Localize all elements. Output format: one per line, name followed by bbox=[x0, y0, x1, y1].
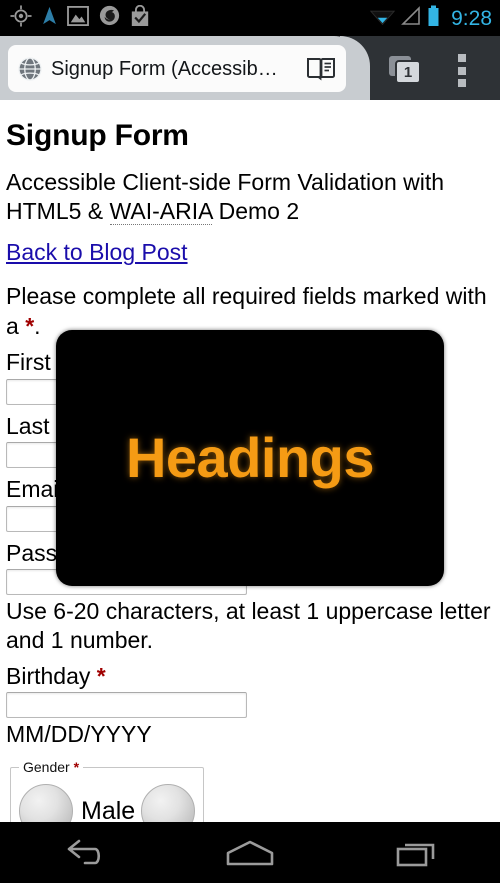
gender-legend: Gender * bbox=[19, 759, 83, 776]
overflow-menu-icon[interactable] bbox=[458, 54, 466, 87]
firefox-icon bbox=[99, 5, 120, 31]
password-helper-text: Use 6-20 characters, at least 1 uppercas… bbox=[6, 598, 491, 654]
android-navigation-bar bbox=[0, 822, 500, 883]
android-device-screen: 9:28 Signup Form (Accessib… 1 Signup For… bbox=[0, 0, 500, 883]
tab-counter-button[interactable]: 1 bbox=[387, 54, 425, 86]
wai-aria-abbr: WAI-ARIA bbox=[109, 197, 213, 225]
gender-legend-text: Gender bbox=[23, 759, 74, 776]
gender-required-asterisk: * bbox=[73, 759, 80, 776]
cell-signal-icon bbox=[401, 5, 421, 31]
status-bar: 9:28 bbox=[0, 0, 500, 36]
photo-image-icon bbox=[67, 5, 89, 31]
wifi-icon bbox=[369, 6, 396, 31]
headings-overlay-text: Headings bbox=[125, 426, 375, 489]
page-title: Signup Form bbox=[6, 119, 189, 152]
birthday-label: Birthday * bbox=[6, 663, 500, 689]
instructions-tail: . bbox=[34, 312, 41, 339]
browser-toolbar: Signup Form (Accessib… 1 bbox=[0, 36, 500, 100]
gender-fieldset: Gender * Male bbox=[10, 759, 205, 822]
gender-male-radio[interactable] bbox=[19, 784, 73, 822]
back-to-blog-post-link[interactable]: Back to Blog Post bbox=[6, 238, 188, 266]
required-asterisk: * bbox=[25, 312, 35, 339]
recents-button[interactable] bbox=[333, 822, 500, 883]
navigation-arrow-icon bbox=[42, 6, 57, 31]
shopping-bag-check-icon bbox=[130, 4, 150, 32]
birthday-input[interactable] bbox=[6, 692, 247, 719]
reader-mode-icon[interactable] bbox=[306, 56, 336, 82]
gps-location-icon bbox=[10, 4, 32, 32]
status-bar-notification-icons bbox=[10, 4, 370, 32]
subtitle-part-2: Demo 2 bbox=[212, 197, 300, 224]
birthday-required-asterisk: * bbox=[96, 662, 106, 689]
tab-count-label: 1 bbox=[404, 64, 412, 81]
gender-male-label: Male bbox=[81, 796, 136, 822]
status-bar-system-icons: 9:28 bbox=[369, 5, 492, 32]
browser-tab[interactable]: Signup Form (Accessib… bbox=[8, 45, 346, 92]
battery-icon bbox=[427, 5, 440, 32]
globe-icon bbox=[18, 56, 42, 81]
page-subtitle: Accessible Client-side Form Validation w… bbox=[6, 168, 500, 227]
tab-title: Signup Form (Accessib… bbox=[51, 58, 278, 79]
home-button[interactable] bbox=[167, 822, 334, 883]
headings-announcement-overlay: Headings bbox=[56, 330, 444, 586]
birthday-format-hint: MM/DD/YYYY bbox=[6, 721, 152, 748]
back-button[interactable] bbox=[0, 822, 167, 883]
status-bar-clock: 9:28 bbox=[451, 6, 492, 30]
birthday-label-text: Birthday bbox=[6, 662, 97, 689]
gender-radio-row: Male bbox=[19, 784, 196, 822]
gender-female-radio[interactable] bbox=[141, 784, 196, 822]
